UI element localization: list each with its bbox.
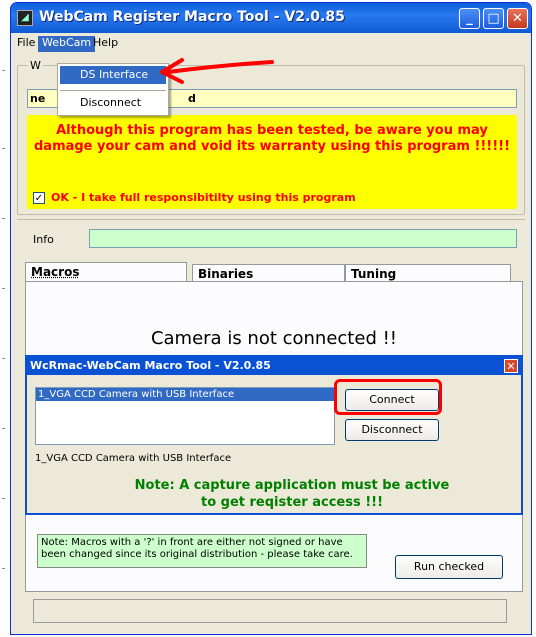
title-bar[interactable]: ◢ WebCam Register Macro Tool - V2.0.85 _… (11, 3, 531, 33)
dialog-title: WcRmac-WebCam Macro Tool - V2.0.85 (27, 357, 521, 375)
info-label: Info (33, 233, 54, 246)
tab-binaries-label: Binaries (198, 267, 254, 281)
selected-device-label: 1_VGA CCD Camera with USB Interface (35, 453, 232, 464)
info-field[interactable] (89, 229, 517, 248)
warning-panel: Although this program has been tested, b… (27, 115, 517, 209)
menu-item-disconnect[interactable]: Disconnect (60, 94, 166, 112)
dialog-close-button[interactable]: ✕ (504, 359, 518, 373)
tab-macros[interactable]: Macros (25, 262, 187, 281)
field-text-left: ne (30, 92, 46, 105)
run-checked-button[interactable]: Run checked (395, 555, 503, 579)
disconnect-button[interactable]: Disconnect (345, 419, 439, 441)
close-button[interactable]: ✕ (507, 8, 528, 29)
annotation-arrow-icon (160, 58, 274, 84)
app-icon: ◢ (17, 10, 33, 26)
menu-separator (60, 90, 166, 91)
maximize-button[interactable]: □ (483, 8, 504, 29)
field-text-right: d (188, 92, 196, 105)
responsibility-checkbox[interactable]: ✓ (33, 192, 45, 204)
groupbox-caption: W (28, 59, 43, 72)
divider (17, 219, 525, 220)
capture-note: Note: A capture application must be acti… (134, 478, 450, 510)
window-title: WebCam Register Macro Tool - V2.0.85 (39, 9, 345, 25)
device-list[interactable]: 1_VGA CCD Camera with USB Interface (35, 387, 335, 445)
tab-macros-label: Macros (31, 265, 80, 279)
status-bar-field (33, 599, 507, 623)
device-list-item[interactable]: 1_VGA CCD Camera with USB Interface (36, 388, 334, 401)
menu-help[interactable]: Help (89, 36, 122, 52)
menu-webcam[interactable]: WebCam (38, 36, 96, 52)
connect-highlight-ring (334, 379, 442, 415)
menu-file[interactable]: File (13, 36, 39, 52)
macro-note: Note: Macros with a '?' in front are eit… (37, 534, 367, 568)
responsibility-label[interactable]: OK - I take full responsibitilty using t… (51, 191, 356, 204)
main-window: ◢ WebCam Register Macro Tool - V2.0.85 _… (10, 2, 532, 635)
connection-status: Camera is not connected !! (150, 328, 398, 349)
warning-text: Although this program has been tested, b… (33, 123, 511, 154)
minimize-button[interactable]: _ (459, 8, 480, 29)
connect-dialog: WcRmac-WebCam Macro Tool - V2.0.85 ✕ 1_V… (25, 355, 523, 515)
tab-tuning-label: Tuning (351, 267, 397, 281)
